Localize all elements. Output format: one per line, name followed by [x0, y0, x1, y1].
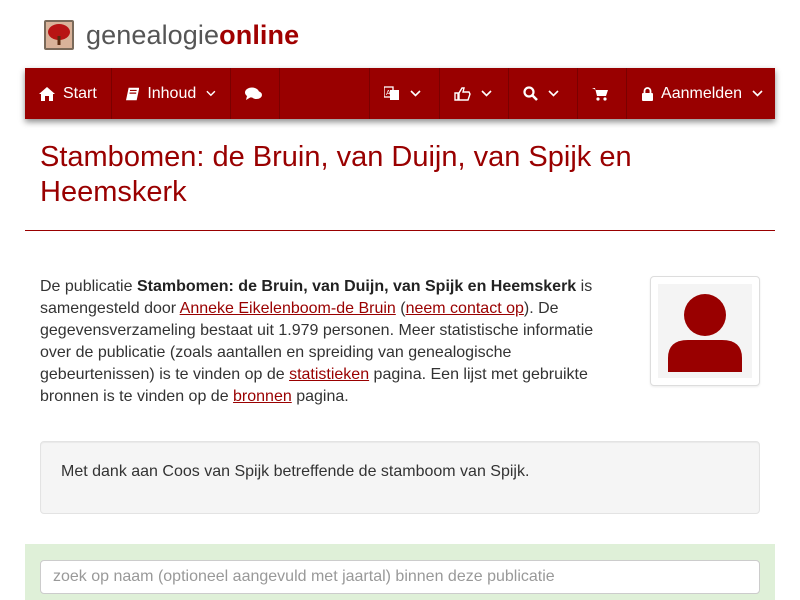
home-icon [39, 86, 55, 101]
nav-aanmelden[interactable]: Aanmelden [627, 68, 775, 119]
chevron-down-icon [752, 90, 763, 97]
nav-inhoud[interactable]: Inhoud [112, 68, 231, 119]
tree-logo-icon [44, 20, 74, 50]
site-name: genealogieonline [86, 19, 300, 50]
nav-start[interactable]: Start [25, 68, 112, 119]
nav-shop[interactable] [578, 68, 627, 119]
contact-link[interactable]: neem contact op [406, 300, 524, 317]
chevron-down-icon [410, 90, 421, 97]
language-icon: A [384, 86, 399, 100]
nav-inhoud-label: Inhoud [147, 84, 197, 102]
avatar-background [658, 284, 752, 378]
nav-share[interactable] [440, 68, 509, 119]
author-link[interactable]: Anneke Eikelenboom-de Bruin [180, 300, 396, 317]
book-icon [126, 87, 140, 100]
lock-icon [642, 86, 654, 101]
title-divider [25, 230, 775, 231]
search-input[interactable] [40, 560, 760, 594]
chevron-down-icon [548, 90, 559, 97]
chevron-down-icon [206, 90, 216, 97]
nav-language[interactable]: A [370, 68, 440, 119]
cart-icon [592, 87, 608, 101]
page-title: Stambomen: de Bruin, van Duijn, van Spij… [40, 141, 632, 208]
thumbs-up-icon [454, 86, 471, 101]
publication-intro: De publicatie Stambomen: de Bruin, van D… [40, 278, 594, 405]
user-avatar-icon [668, 294, 742, 372]
nav-spacer [280, 68, 370, 119]
main-navbar: Start Inhoud A Aanmelden [25, 68, 775, 119]
author-avatar[interactable] [650, 276, 760, 386]
sources-link[interactable]: bronnen [233, 388, 292, 405]
nav-forum[interactable] [231, 68, 280, 119]
comments-icon [245, 87, 262, 100]
acknowledgement-well: Met dank aan Coos van Spijk betreffende … [40, 441, 760, 514]
chevron-down-icon [481, 90, 492, 97]
nav-search[interactable] [509, 68, 578, 119]
search-panel [25, 544, 775, 600]
site-logo[interactable]: genealogieonline [44, 18, 299, 52]
nav-start-label: Start [63, 84, 97, 102]
svg-text:A: A [386, 90, 391, 97]
search-icon [523, 86, 538, 101]
acknowledgement-text: Met dank aan Coos van Spijk betreffende … [61, 463, 530, 480]
publication-title: Stambomen: de Bruin, van Duijn, van Spij… [136, 278, 577, 295]
nav-aanmelden-label: Aanmelden [661, 84, 742, 102]
statistics-link[interactable]: statistieken [289, 366, 369, 383]
